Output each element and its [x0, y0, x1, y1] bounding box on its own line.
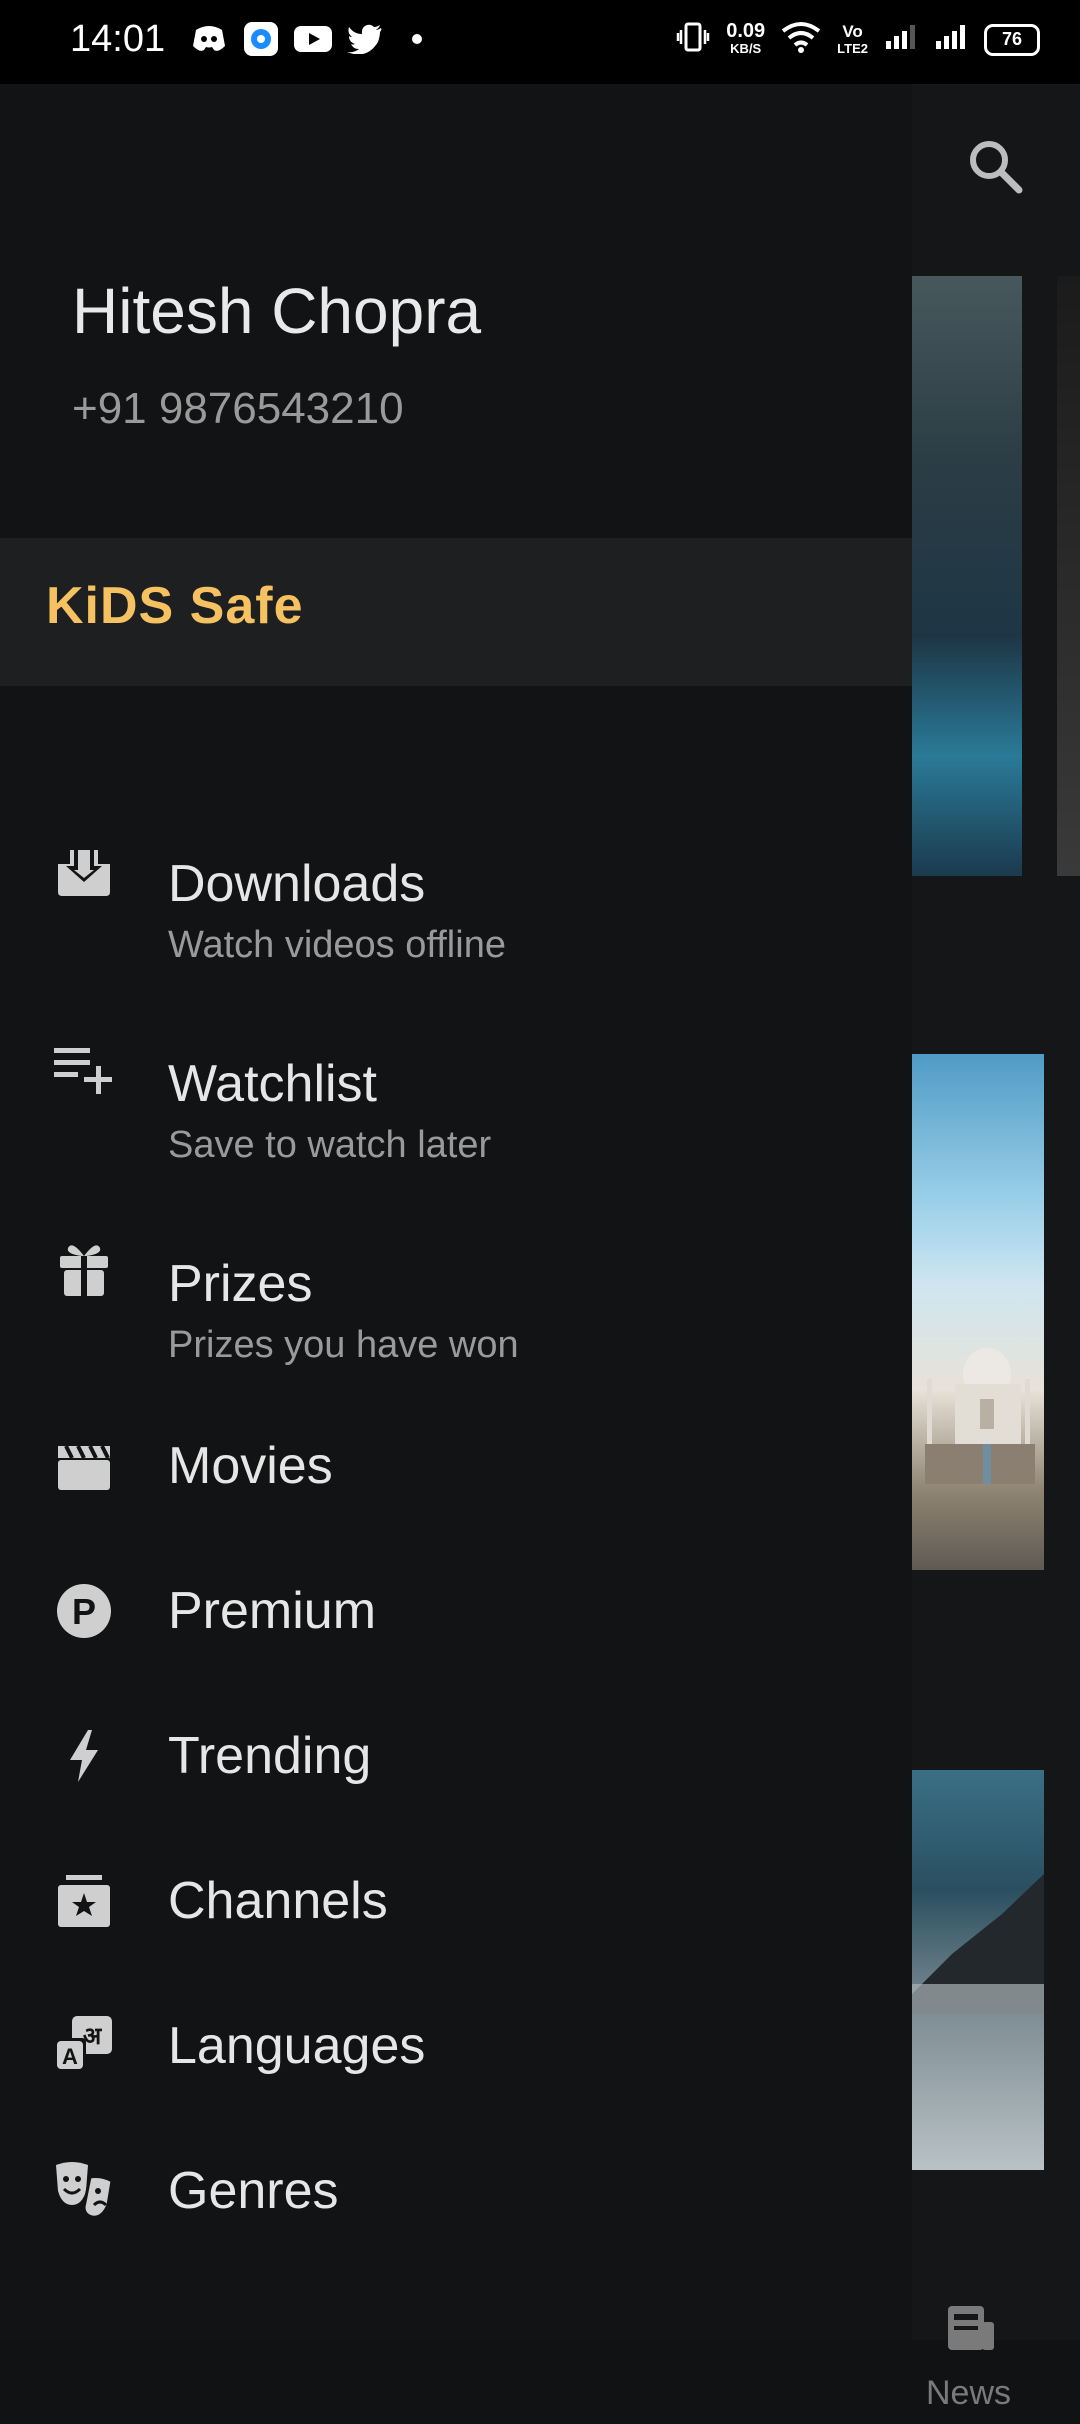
signal-icon-2	[934, 23, 968, 56]
gift-icon	[52, 1236, 116, 1300]
net-speed-value: 0.09	[726, 19, 766, 42]
navigation-drawer: Hitesh Chopra +91 9876543210 KiDS Safe D…	[0, 84, 912, 2340]
menu-item-title: Channels	[168, 1872, 388, 1930]
search-icon[interactable]	[965, 136, 1025, 196]
net-speed-unit: KB/S	[730, 40, 762, 56]
menu-item-title: Genres	[168, 2162, 339, 2220]
video-thumbnail-edge	[1057, 276, 1080, 876]
volte-label-top: Vo	[842, 21, 863, 41]
svg-text:A: A	[62, 2044, 78, 2069]
menu-item-title: Premium	[168, 1582, 377, 1640]
net-speed: 0.09 KB/S	[726, 19, 766, 57]
menu-item-downloads[interactable]: Downloads Watch videos offline	[0, 784, 912, 974]
bottom-tab-news-label: News	[926, 2374, 1012, 2412]
menu-item-title: Languages	[168, 2017, 426, 2075]
vibrate-icon	[676, 20, 710, 59]
volte-label-bottom: LTE2	[837, 40, 868, 56]
kids-safe-banner[interactable]: KiDS Safe	[0, 538, 912, 686]
youtube-icon	[294, 20, 332, 58]
status-bar: 14:01 0.09 KB/S Vo LTE2 76	[0, 0, 1080, 84]
menu-item-subtitle: Save to watch later	[168, 1124, 492, 1166]
mountain-image	[912, 1874, 1044, 2014]
menu-item-title: Trending	[168, 1727, 372, 1785]
messenger-icon	[242, 20, 280, 58]
premium-icon: P	[52, 1579, 116, 1643]
menu-item-prizes[interactable]: Prizes Prizes you have won	[0, 1184, 912, 1374]
clapperboard-icon	[52, 1434, 116, 1498]
kids-safe-logo: KiDS Safe	[46, 577, 304, 635]
status-time: 14:01	[70, 18, 166, 60]
menu-item-watchlist[interactable]: Watchlist Save to watch later	[0, 984, 912, 1174]
system-icons: 0.09 KB/S Vo LTE2 76	[676, 20, 1040, 59]
menu-item-genres[interactable]: Genres	[0, 2119, 912, 2259]
menu-item-subtitle: Watch videos offline	[168, 924, 506, 966]
battery-indicator: 76	[984, 23, 1040, 56]
menu-item-premium[interactable]: P Premium	[0, 1539, 912, 1679]
discord-icon	[190, 20, 228, 58]
languages-icon: अA	[52, 2014, 116, 2078]
newspaper-icon	[942, 2302, 998, 2358]
taj-mahal-image	[925, 1304, 1035, 1484]
menu-item-title: Prizes	[168, 1255, 313, 1313]
menu-item-subtitle: Prizes you have won	[168, 1324, 519, 1366]
menu-item-trending[interactable]: Trending	[0, 1684, 912, 1824]
svg-text:P: P	[72, 1591, 96, 1632]
lightning-icon	[52, 1724, 116, 1788]
notification-icons	[190, 20, 436, 58]
menu-item-languages[interactable]: अA Languages	[0, 1974, 912, 2114]
menu-item-title: Watchlist	[168, 1055, 377, 1113]
profile-name[interactable]: Hitesh Chopra	[72, 274, 481, 348]
dot-icon	[398, 20, 436, 58]
download-icon	[52, 836, 116, 900]
signal-icon-1	[884, 23, 918, 56]
menu-item-title: Downloads	[168, 855, 426, 913]
bottom-tab-news[interactable]: News	[912, 2194, 1080, 2424]
playlist-add-icon	[52, 1036, 116, 1100]
twitter-icon	[346, 20, 384, 58]
menu-item-movies[interactable]: Movies	[0, 1394, 912, 1534]
video-thumbnail-1[interactable]	[912, 276, 1022, 876]
menu-item-title: Movies	[168, 1437, 333, 1495]
menu-item-channels[interactable]: Channels	[0, 1829, 912, 1969]
wifi-icon	[781, 21, 821, 58]
profile-phone: +91 9876543210	[72, 384, 404, 433]
channels-icon	[52, 1869, 116, 1933]
volte-indicator: Vo LTE2	[837, 23, 868, 57]
theater-masks-icon	[52, 2159, 116, 2223]
